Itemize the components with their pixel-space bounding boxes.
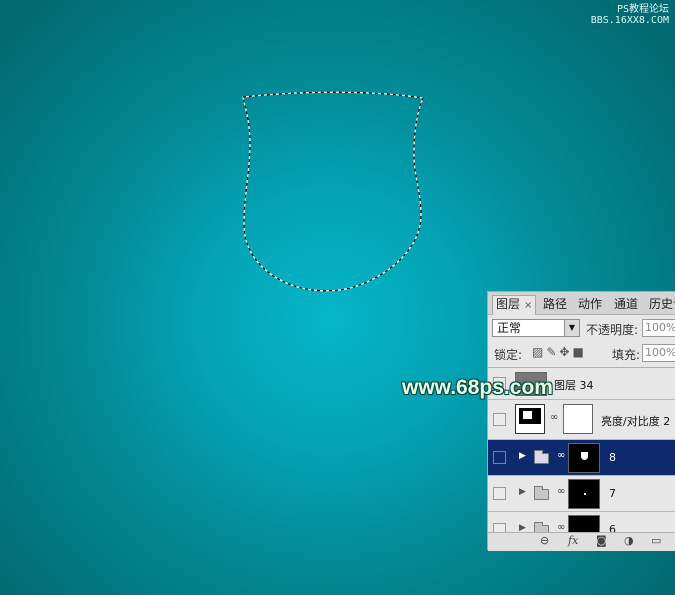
new-group-icon[interactable]: ▭ bbox=[651, 534, 661, 547]
folder-icon bbox=[534, 450, 549, 464]
opacity-label: 不透明度: bbox=[586, 323, 639, 337]
lock-options: ▨✎✥■ bbox=[532, 345, 587, 359]
blend-mode-select[interactable]: 正常 ▼ bbox=[492, 319, 580, 337]
layer-row[interactable]: ∞ 亮度/对比度 2 bbox=[488, 400, 675, 440]
close-icon[interactable]: × bbox=[524, 300, 532, 311]
chevron-down-icon[interactable]: ▼ bbox=[564, 320, 579, 336]
layer-row[interactable]: ▶ ∞ 7 bbox=[488, 476, 675, 512]
folder-icon bbox=[534, 486, 549, 500]
visibility-toggle[interactable] bbox=[493, 413, 506, 426]
watermark-line1: PS教程论坛 bbox=[616, 4, 669, 15]
tab-channels[interactable]: 通道 bbox=[611, 296, 641, 313]
blend-row: 正常 ▼ 不透明度: 100% bbox=[492, 319, 675, 339]
tab-layers-label: 图层 bbox=[496, 297, 521, 311]
watermark: PS教程论坛 BBS.16XX8.COM bbox=[591, 4, 669, 26]
tab-layers[interactable]: 图层 × bbox=[492, 295, 537, 315]
panel-tab-bar: 图层× 路径 动作 通道 历史记 bbox=[488, 292, 675, 315]
lock-transparency-icon[interactable]: ▨ bbox=[532, 345, 546, 359]
blend-mode-value: 正常 bbox=[497, 321, 522, 335]
tab-history[interactable]: 历史记 bbox=[646, 296, 675, 313]
chain-link-icon[interactable]: ∞ bbox=[550, 412, 558, 423]
layer-name: 8 bbox=[609, 451, 616, 464]
opacity-input[interactable]: 100% bbox=[642, 319, 675, 337]
group-mask-thumbnail bbox=[568, 479, 600, 509]
expand-arrow-icon[interactable]: ▶ bbox=[519, 487, 526, 497]
lock-brush-icon[interactable]: ✎ bbox=[546, 345, 559, 359]
tab-actions[interactable]: 动作 bbox=[575, 296, 605, 313]
fill-label: 填充: bbox=[612, 348, 641, 362]
lock-row: 锁定: ▨✎✥■ 填充: 100% bbox=[492, 344, 675, 362]
expand-arrow-icon[interactable]: ▶ bbox=[519, 451, 526, 461]
visibility-toggle[interactable] bbox=[493, 487, 506, 500]
mask-shape bbox=[584, 493, 586, 495]
layer-name: 图层 34 bbox=[554, 379, 594, 392]
fill-input[interactable]: 100% bbox=[642, 344, 675, 362]
watermark-line2: BBS.16XX8.COM bbox=[590, 15, 669, 26]
lock-all-icon[interactable]: ■ bbox=[572, 345, 586, 359]
group-mask-thumbnail bbox=[568, 443, 600, 473]
lock-label: 锁定: bbox=[494, 348, 523, 362]
site-watermark: www.68ps.com bbox=[402, 376, 553, 399]
mask-shape bbox=[581, 452, 588, 460]
chain-link-icon[interactable]: ∞ bbox=[557, 450, 565, 461]
lock-move-icon[interactable]: ✥ bbox=[559, 345, 572, 359]
layer-row-selected[interactable]: ▶ ∞ 8 bbox=[488, 440, 675, 476]
layer-mask-thumbnail bbox=[563, 404, 593, 434]
adjustment-icon[interactable]: ◑ bbox=[624, 534, 634, 547]
layers-toolbar: ⊖ fx ◙ ◑ ▭ bbox=[488, 532, 675, 551]
layer-name: 亮度/对比度 2 bbox=[601, 415, 671, 428]
adjustment-thumbnail bbox=[515, 404, 545, 434]
layers-panel: 图层× 路径 动作 通道 历史记 正常 ▼ 不透明度: 100% 锁定: ▨✎✥… bbox=[487, 291, 675, 551]
chain-link-icon[interactable]: ∞ bbox=[557, 486, 565, 497]
brightness-contrast-icon-detail bbox=[523, 411, 532, 419]
link-icon[interactable]: ⊖ bbox=[540, 534, 549, 547]
mask-icon[interactable]: ◙ bbox=[596, 534, 607, 547]
layer-name: 7 bbox=[609, 487, 616, 500]
fx-icon[interactable]: fx bbox=[568, 534, 578, 547]
tab-paths[interactable]: 路径 bbox=[540, 296, 570, 313]
visibility-toggle[interactable] bbox=[493, 451, 506, 464]
